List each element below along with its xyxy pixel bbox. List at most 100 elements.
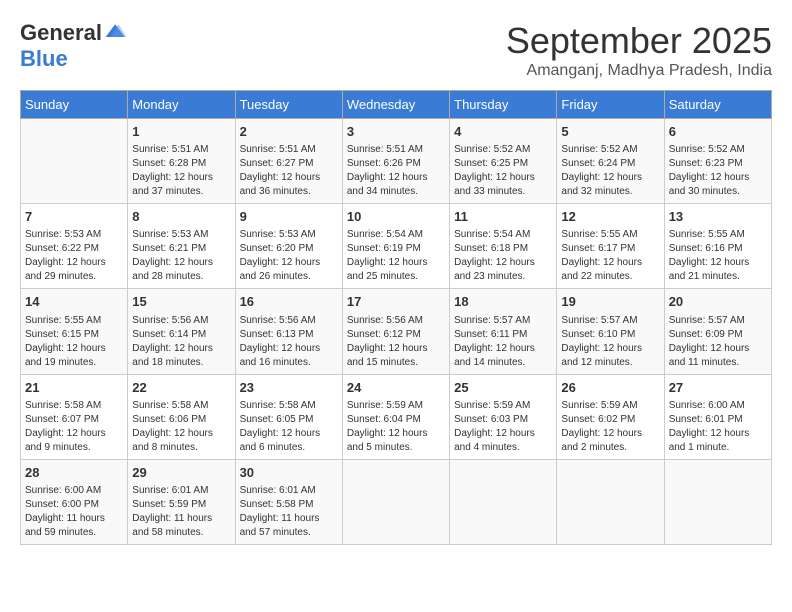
week-row-2: 7 Sunrise: 5:53 AM Sunset: 6:22 PM Daylig… — [21, 204, 772, 289]
day-info: Sunrise: 5:55 AM Sunset: 6:16 PM Dayligh… — [669, 228, 767, 284]
day-number: 23 — [240, 379, 338, 397]
day-number: 20 — [669, 293, 767, 311]
day-info: Sunrise: 5:51 AM Sunset: 6:26 PM Dayligh… — [347, 143, 445, 199]
calendar-cell: 7 Sunrise: 5:53 AM Sunset: 6:22 PM Daylig… — [21, 204, 128, 289]
header-sunday: Sunday — [21, 91, 128, 119]
day-number: 4 — [454, 123, 552, 141]
day-info: Sunrise: 5:55 AM Sunset: 6:15 PM Dayligh… — [25, 314, 123, 370]
header-friday: Friday — [557, 91, 664, 119]
calendar-cell: 5 Sunrise: 5:52 AM Sunset: 6:24 PM Daylig… — [557, 119, 664, 204]
day-number: 14 — [25, 293, 123, 311]
calendar-cell: 28 Sunrise: 6:00 AM Sunset: 6:00 PM Dayli… — [21, 459, 128, 544]
calendar-cell: 18 Sunrise: 5:57 AM Sunset: 6:11 PM Dayli… — [450, 289, 557, 374]
day-info: Sunrise: 5:57 AM Sunset: 6:11 PM Dayligh… — [454, 314, 552, 370]
day-info: Sunrise: 5:52 AM Sunset: 6:24 PM Dayligh… — [561, 143, 659, 199]
day-number: 24 — [347, 379, 445, 397]
title-area: September 2025 Amanganj, Madhya Pradesh,… — [128, 20, 772, 80]
day-number: 12 — [561, 208, 659, 226]
day-info: Sunrise: 5:56 AM Sunset: 6:14 PM Dayligh… — [132, 314, 230, 370]
calendar-cell: 26Sunrise: 5:59 AM Sunset: 6:02 PM Dayli… — [557, 374, 664, 459]
day-info: Sunrise: 5:51 AM Sunset: 6:27 PM Dayligh… — [240, 143, 338, 199]
header-monday: Monday — [128, 91, 235, 119]
calendar-cell — [342, 459, 449, 544]
day-number: 18 — [454, 293, 552, 311]
day-number: 10 — [347, 208, 445, 226]
day-info: Sunrise: 5:53 AM Sunset: 6:20 PM Dayligh… — [240, 228, 338, 284]
day-number: 1 — [132, 123, 230, 141]
day-number: 30 — [240, 464, 338, 482]
day-number: 25 — [454, 379, 552, 397]
day-number: 9 — [240, 208, 338, 226]
day-number: 16 — [240, 293, 338, 311]
calendar-cell: 9 Sunrise: 5:53 AM Sunset: 6:20 PM Daylig… — [235, 204, 342, 289]
header-row: SundayMondayTuesdayWednesdayThursdayFrid… — [21, 91, 772, 119]
header-saturday: Saturday — [664, 91, 771, 119]
header-thursday: Thursday — [450, 91, 557, 119]
calendar-cell: 15 Sunrise: 5:56 AM Sunset: 6:14 PM Dayli… — [128, 289, 235, 374]
calendar-table: SundayMondayTuesdayWednesdayThursdayFrid… — [20, 90, 772, 545]
day-info: Sunrise: 5:52 AM Sunset: 6:25 PM Dayligh… — [454, 143, 552, 199]
calendar-cell: 30 Sunrise: 6:01 AM Sunset: 5:58 PM Dayli… — [235, 459, 342, 544]
day-number: 5 — [561, 123, 659, 141]
calendar-cell: 21Sunrise: 5:58 AM Sunset: 6:07 PM Dayli… — [21, 374, 128, 459]
calendar-cell: 23 Sunrise: 5:58 AM Sunset: 6:05 PM Dayli… — [235, 374, 342, 459]
day-number: 7 — [25, 208, 123, 226]
day-number: 2 — [240, 123, 338, 141]
calendar-cell: 17Sunrise: 5:56 AM Sunset: 6:12 PM Dayli… — [342, 289, 449, 374]
calendar-cell: 20 Sunrise: 5:57 AM Sunset: 6:09 PM Dayli… — [664, 289, 771, 374]
day-number: 13 — [669, 208, 767, 226]
day-info: Sunrise: 5:54 AM Sunset: 6:19 PM Dayligh… — [347, 228, 445, 284]
calendar-cell: 25Sunrise: 5:59 AM Sunset: 6:03 PM Dayli… — [450, 374, 557, 459]
day-number: 21 — [25, 379, 123, 397]
day-info: Sunrise: 5:58 AM Sunset: 6:05 PM Dayligh… — [240, 399, 338, 455]
calendar-cell — [21, 119, 128, 204]
day-info: Sunrise: 6:01 AM Sunset: 5:58 PM Dayligh… — [240, 484, 338, 540]
day-info: Sunrise: 6:00 AM Sunset: 6:01 PM Dayligh… — [669, 399, 767, 455]
day-info: Sunrise: 5:55 AM Sunset: 6:17 PM Dayligh… — [561, 228, 659, 284]
day-number: 8 — [132, 208, 230, 226]
calendar-cell — [450, 459, 557, 544]
calendar-cell: 2 Sunrise: 5:51 AM Sunset: 6:27 PM Daylig… — [235, 119, 342, 204]
day-number: 15 — [132, 293, 230, 311]
calendar-cell: 22 Sunrise: 5:58 AM Sunset: 6:06 PM Dayli… — [128, 374, 235, 459]
day-info: Sunrise: 5:53 AM Sunset: 6:21 PM Dayligh… — [132, 228, 230, 284]
day-info: Sunrise: 5:54 AM Sunset: 6:18 PM Dayligh… — [454, 228, 552, 284]
week-row-5: 28 Sunrise: 6:00 AM Sunset: 6:00 PM Dayli… — [21, 459, 772, 544]
subtitle: Amanganj, Madhya Pradesh, India — [128, 62, 772, 80]
day-number: 3 — [347, 123, 445, 141]
calendar-cell: 16 Sunrise: 5:56 AM Sunset: 6:13 PM Dayli… — [235, 289, 342, 374]
day-info: Sunrise: 5:58 AM Sunset: 6:06 PM Dayligh… — [132, 399, 230, 455]
logo-blue-text: Blue — [20, 46, 128, 72]
day-info: Sunrise: 5:53 AM Sunset: 6:22 PM Dayligh… — [25, 228, 123, 284]
week-row-1: 1 Sunrise: 5:51 AM Sunset: 6:28 PM Daylig… — [21, 119, 772, 204]
day-info: Sunrise: 6:00 AM Sunset: 6:00 PM Dayligh… — [25, 484, 123, 540]
day-info: Sunrise: 6:01 AM Sunset: 5:59 PM Dayligh… — [132, 484, 230, 540]
day-number: 17 — [347, 293, 445, 311]
calendar-cell: 1 Sunrise: 5:51 AM Sunset: 6:28 PM Daylig… — [128, 119, 235, 204]
calendar-cell — [664, 459, 771, 544]
logo-general-text: General — [20, 20, 102, 46]
calendar-cell: 12 Sunrise: 5:55 AM Sunset: 6:17 PM Dayli… — [557, 204, 664, 289]
day-number: 27 — [669, 379, 767, 397]
day-number: 28 — [25, 464, 123, 482]
header: General Blue September 2025 Amanganj, Ma… — [20, 20, 772, 80]
header-tuesday: Tuesday — [235, 91, 342, 119]
day-info: Sunrise: 5:56 AM Sunset: 6:13 PM Dayligh… — [240, 314, 338, 370]
day-info: Sunrise: 5:52 AM Sunset: 6:23 PM Dayligh… — [669, 143, 767, 199]
day-info: Sunrise: 5:51 AM Sunset: 6:28 PM Dayligh… — [132, 143, 230, 199]
day-info: Sunrise: 5:57 AM Sunset: 6:09 PM Dayligh… — [669, 314, 767, 370]
logo: General Blue — [20, 20, 128, 72]
day-number: 11 — [454, 208, 552, 226]
calendar-cell: 27 Sunrise: 6:00 AM Sunset: 6:01 PM Dayli… — [664, 374, 771, 459]
calendar-cell: 10 Sunrise: 5:54 AM Sunset: 6:19 PM Dayli… — [342, 204, 449, 289]
calendar-cell — [557, 459, 664, 544]
day-number: 19 — [561, 293, 659, 311]
day-number: 22 — [132, 379, 230, 397]
day-info: Sunrise: 5:59 AM Sunset: 6:04 PM Dayligh… — [347, 399, 445, 455]
calendar-cell: 13 Sunrise: 5:55 AM Sunset: 6:16 PM Dayli… — [664, 204, 771, 289]
calendar-cell: 14 Sunrise: 5:55 AM Sunset: 6:15 PM Dayli… — [21, 289, 128, 374]
month-title: September 2025 — [128, 20, 772, 62]
logo-icon — [104, 21, 128, 45]
week-row-3: 14 Sunrise: 5:55 AM Sunset: 6:15 PM Dayli… — [21, 289, 772, 374]
calendar-cell: 24 Sunrise: 5:59 AM Sunset: 6:04 PM Dayli… — [342, 374, 449, 459]
